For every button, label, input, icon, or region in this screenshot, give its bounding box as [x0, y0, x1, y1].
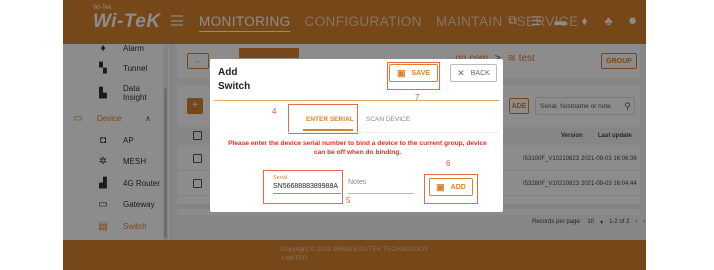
back-label: BACK — [470, 69, 490, 77]
notes-input[interactable]: Notes — [348, 179, 366, 186]
tab-scan-device[interactable]: SCAN DEVICE — [366, 116, 410, 123]
notes-underline — [348, 193, 414, 194]
warning-message: Please enter the device serial number to… — [228, 140, 487, 156]
tab-enter-serial[interactable]: ENTER SERIAL — [306, 116, 354, 123]
serial-label: Serial — [273, 175, 288, 181]
add-label: ADD — [450, 183, 466, 191]
add-switch-dialog: Add Switch ▣ SAVE ✕ BACK 7 4 ENTER SERIA… — [210, 59, 503, 212]
add-button[interactable]: ▣ ADD — [429, 178, 473, 196]
dialog-title-line2: Switch — [218, 81, 251, 92]
header-divider — [214, 100, 499, 101]
save-icon: ▣ — [436, 181, 445, 192]
tab-divider — [288, 132, 500, 133]
close-icon: ✕ — [457, 67, 465, 78]
active-tab-indicator — [303, 129, 353, 131]
annotation-number-4: 4 — [272, 107, 277, 116]
serial-input[interactable]: SN5668888389988A — [273, 183, 338, 190]
dialog-title: Add Switch — [218, 66, 250, 94]
dialog-title-line1: Add — [218, 67, 238, 78]
serial-underline — [273, 193, 341, 194]
annotation-number-6: 6 — [446, 159, 451, 168]
annotation-number-5: 5 — [346, 196, 351, 205]
back-button[interactable]: ✕ BACK — [450, 64, 497, 82]
annotation-box-7 — [387, 62, 440, 90]
